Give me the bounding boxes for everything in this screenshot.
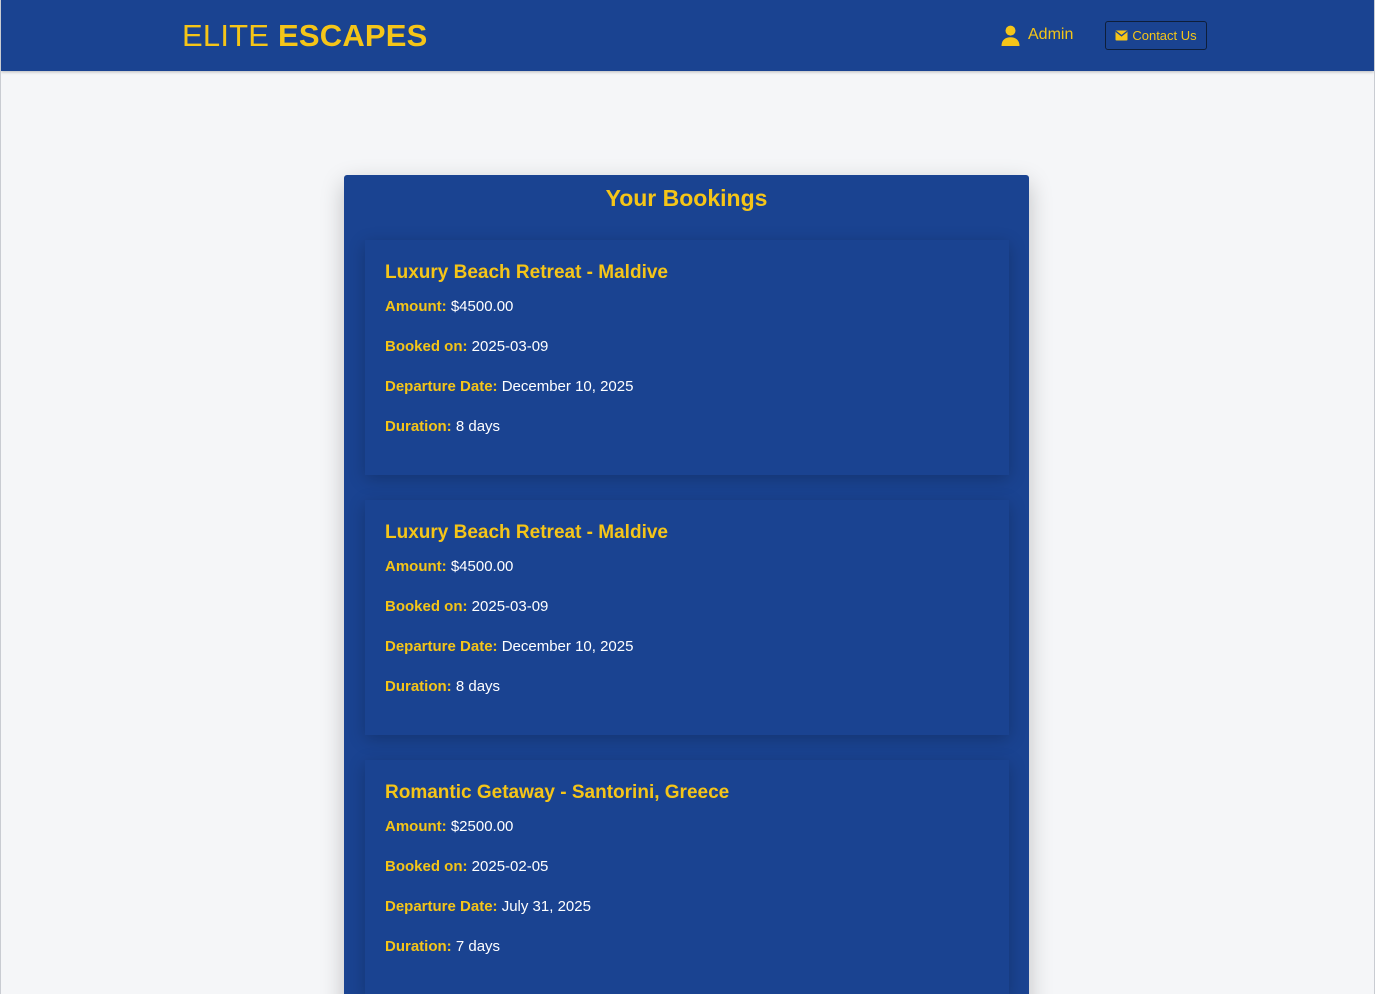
user-icon <box>1001 25 1020 46</box>
booking-date: Booked on: 2025-03-09 <box>385 334 989 360</box>
booking-title: Luxury Beach Retreat - Maldive <box>385 262 668 283</box>
duration-label: Duration: <box>385 678 452 695</box>
booked-on-label: Booked on: <box>385 598 468 615</box>
booking-duration: Duration: 8 days <box>385 414 989 440</box>
booking-date: Booked on: 2025-03-09 <box>385 594 989 620</box>
amount-label: Amount: <box>385 818 447 835</box>
booking-date: Booked on: 2025-02-05 <box>385 854 989 880</box>
booking-title: Luxury Beach Retreat - Maldive <box>385 522 668 543</box>
departure-label: Departure Date: <box>385 378 498 395</box>
admin-link[interactable]: Admin <box>1001 24 1073 46</box>
booked-on-label: Booked on: <box>385 858 468 875</box>
booking-duration: Duration: 7 days <box>385 934 989 960</box>
envelope-icon <box>1115 30 1128 41</box>
departure-value: July 31, 2025 <box>501 898 591 915</box>
booked-on-value: 2025-02-05 <box>471 858 549 875</box>
duration-label: Duration: <box>385 418 452 435</box>
booked-on-label: Booked on: <box>385 338 468 355</box>
duration-value: 8 days <box>455 678 501 695</box>
booking-card: Romantic Getaway - Santorini, Greece Amo… <box>365 760 1009 994</box>
admin-label: Admin <box>1028 26 1074 43</box>
booking-amount: Amount: $2500.00 <box>385 814 989 840</box>
amount-value: $4500.00 <box>450 298 514 315</box>
departure-label: Departure Date: <box>385 898 498 915</box>
top-navbar: ELITE ESCAPES Admin Contact Us <box>1 0 1374 71</box>
booked-on-value: 2025-03-09 <box>471 598 549 615</box>
amount-value: $4500.00 <box>450 558 514 575</box>
booking-departure: Departure Date: December 10, 2025 <box>385 374 989 400</box>
brand-name-light: ELITE <box>182 18 270 53</box>
booking-duration: Duration: 8 days <box>385 674 989 700</box>
booking-departure: Departure Date: July 31, 2025 <box>385 894 989 920</box>
amount-label: Amount: <box>385 558 447 575</box>
booking-card: Luxury Beach Retreat - Maldive Amount: $… <box>365 500 1009 735</box>
departure-value: December 10, 2025 <box>501 638 634 655</box>
booking-amount: Amount: $4500.00 <box>385 294 989 320</box>
contact-us-label: Contact Us <box>1132 28 1197 43</box>
booked-on-value: 2025-03-09 <box>471 338 549 355</box>
booking-amount: Amount: $4500.00 <box>385 554 989 580</box>
departure-value: December 10, 2025 <box>501 378 634 395</box>
duration-label: Duration: <box>385 938 452 955</box>
duration-value: 8 days <box>455 418 501 435</box>
contact-us-button[interactable]: Contact Us <box>1105 21 1207 50</box>
departure-label: Departure Date: <box>385 638 498 655</box>
page-title: Your Bookings <box>605 185 768 211</box>
bookings-panel: Your Bookings Luxury Beach Retreat - Mal… <box>344 175 1029 994</box>
app-window: ELITE ESCAPES Admin Contact Us Your Book… <box>0 0 1375 994</box>
booking-departure: Departure Date: December 10, 2025 <box>385 634 989 660</box>
booking-card: Luxury Beach Retreat - Maldive Amount: $… <box>365 240 1009 475</box>
booking-title: Romantic Getaway - Santorini, Greece <box>385 782 730 803</box>
brand-name-bold: ESCAPES <box>277 18 428 53</box>
brand-logo[interactable]: ELITE ESCAPES <box>182 16 428 56</box>
amount-value: $2500.00 <box>450 818 514 835</box>
amount-label: Amount: <box>385 298 447 315</box>
duration-value: 7 days <box>455 938 501 955</box>
